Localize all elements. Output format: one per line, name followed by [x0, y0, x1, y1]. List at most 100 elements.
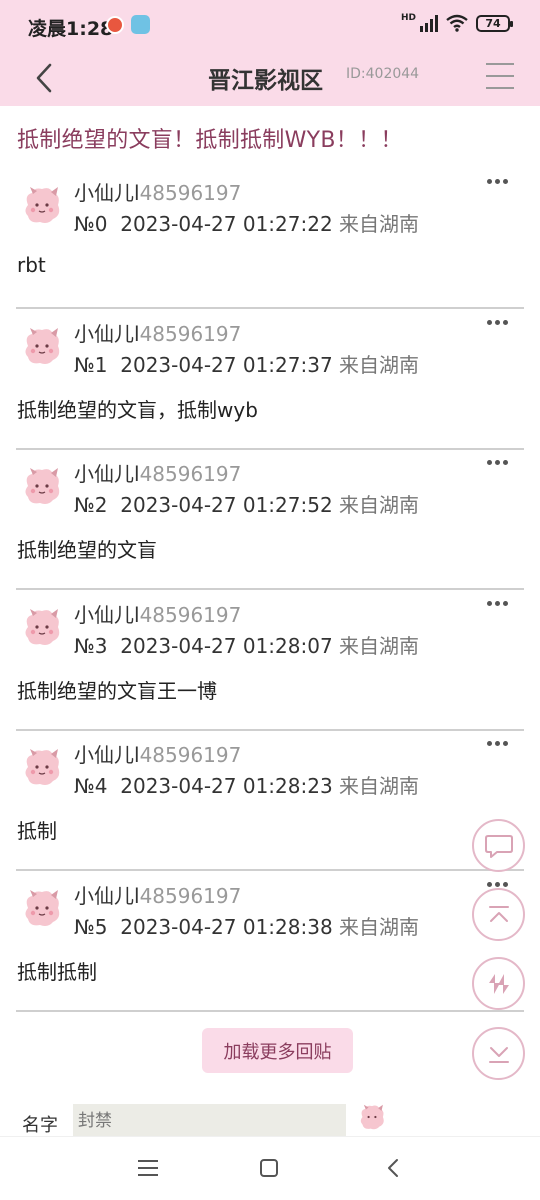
back-nav-icon[interactable] [383, 1157, 403, 1179]
name-input[interactable] [73, 1104, 346, 1138]
avatar[interactable] [20, 745, 64, 789]
author-uid: 48596197 [139, 602, 242, 627]
post-datetime: 2023-04-27 01:27:52 [120, 493, 333, 517]
post-location: 来自湖南 [339, 352, 420, 377]
load-more-button[interactable]: 加载更多回贴 [202, 1028, 353, 1073]
menu-icon-line [486, 87, 514, 89]
post-datetime: 2023-04-27 01:28:07 [120, 633, 333, 658]
more-options-icon[interactable] [487, 600, 508, 606]
menu-icon-line [486, 63, 514, 65]
battery-icon: 74 [476, 14, 513, 32]
post-location: 来自湖南 [339, 774, 420, 798]
post-content: rbt [17, 253, 46, 277]
avatar[interactable] [20, 324, 64, 368]
avatar[interactable] [357, 1102, 387, 1132]
author-uid: 48596197 [139, 181, 242, 205]
comment-button[interactable] [472, 819, 525, 872]
post-meta: №1 2023-04-27 01:27:37 来自湖南 [74, 349, 419, 378]
refresh-button[interactable] [472, 957, 525, 1010]
menu-button[interactable] [486, 63, 514, 89]
author-uid: 48596197 [139, 743, 242, 767]
system-nav-bar [0, 1136, 540, 1200]
post-meta: №4 2023-04-27 01:28:23 来自湖南 [74, 770, 419, 799]
more-options-icon[interactable] [487, 460, 508, 465]
signal-icon [420, 14, 438, 32]
home-button[interactable] [260, 1159, 278, 1177]
post-location: 来自湖南 [339, 914, 420, 939]
post-content: 抵制 [17, 819, 57, 843]
more-options-icon[interactable] [487, 741, 508, 746]
more-options-icon[interactable] [487, 881, 508, 887]
post-item: 小仙儿l48596197 №1 2023-04-27 01:27:37 来自湖南… [0, 310, 540, 450]
author-uid: 48596197 [139, 462, 242, 486]
notification-app-icon [106, 16, 124, 34]
more-options-icon[interactable] [487, 319, 508, 325]
author-name: 小仙儿l [74, 462, 140, 486]
post-author[interactable]: 小仙儿l48596197 [74, 177, 241, 206]
avatar[interactable] [20, 605, 64, 649]
author-uid: 48596197 [139, 321, 242, 346]
back-button[interactable] [30, 60, 60, 96]
scroll-bottom-icon [488, 1046, 509, 1063]
post-meta: №5 2023-04-27 01:28:38 来自湖南 [74, 911, 419, 940]
floor-number: №1 [74, 352, 108, 377]
app-header: 晋江影视区 ID:402044 [0, 50, 540, 106]
more-options-icon[interactable] [487, 179, 508, 184]
author-name: 小仙儿l [74, 743, 140, 767]
status-time: 凌晨1:28 [28, 18, 114, 40]
scroll-bottom-button[interactable] [472, 1027, 525, 1080]
post-content: 抵制抵制 [17, 959, 97, 984]
author-name: 小仙儿l [74, 321, 140, 346]
post-meta: №0 2023-04-27 01:27:22 来自湖南 [74, 208, 419, 237]
author-name: 小仙儿l [74, 181, 140, 205]
scroll-top-icon [488, 905, 509, 922]
post-item: 小仙儿l48596197 №0 2023-04-27 01:27:22 来自湖南… [0, 169, 540, 309]
post-datetime: 2023-04-27 01:28:23 [120, 774, 333, 798]
post-author[interactable]: 小仙儿l48596197 [74, 318, 241, 347]
post-meta: №2 2023-04-27 01:27:52 来自湖南 [74, 489, 419, 518]
post-location: 来自湖南 [339, 212, 420, 236]
floor-number: №2 [74, 493, 108, 517]
post-author[interactable]: 小仙儿l48596197 [74, 458, 241, 487]
board-id: ID:402044 [346, 66, 420, 82]
post-item: 小仙儿l48596197 №5 2023-04-27 01:28:38 来自湖南… [0, 872, 540, 1012]
author-name: 小仙儿l [74, 602, 140, 627]
post-item: 小仙儿l48596197 №3 2023-04-27 01:28:07 来自湖南… [0, 591, 540, 731]
floor-number: №5 [74, 914, 108, 939]
notification-app-icon-2 [131, 15, 150, 34]
chevron-left-icon [36, 63, 52, 93]
post-location: 来自湖南 [339, 493, 420, 517]
hd-icon: HD [400, 13, 416, 23]
divider [16, 1009, 524, 1012]
floor-number: №4 [74, 774, 108, 798]
post-location: 来自湖南 [339, 633, 420, 658]
wifi-icon [446, 14, 468, 32]
recent-apps-button[interactable] [138, 1160, 158, 1176]
post-author[interactable]: 小仙儿l48596197 [74, 739, 241, 768]
scroll-top-button[interactable] [472, 888, 525, 941]
author-uid: 48596197 [139, 883, 242, 908]
post-author[interactable]: 小仙儿l48596197 [74, 599, 241, 628]
menu-icon-line [486, 75, 514, 77]
battery-level: 74 [485, 16, 501, 30]
post-datetime: 2023-04-27 01:27:22 [120, 212, 333, 236]
post-datetime: 2023-04-27 01:27:37 [120, 352, 333, 377]
post-content: 抵制绝望的文盲王一博 [17, 678, 217, 703]
thread-title: 抵制绝望的文盲！抵制抵制WYB！！！ [17, 128, 403, 153]
avatar[interactable] [20, 464, 64, 508]
name-label: 名字 [22, 1115, 58, 1136]
author-name: 小仙儿l [74, 883, 140, 908]
floor-number: №0 [74, 212, 108, 236]
post-item: 小仙儿l48596197 №4 2023-04-27 01:28:23 来自湖南… [0, 731, 540, 871]
comment-icon [484, 834, 513, 858]
floor-number: №3 [74, 633, 108, 658]
post-item: 小仙儿l48596197 №2 2023-04-27 01:27:52 来自湖南… [0, 450, 540, 590]
post-content: 抵制绝望的文盲 [17, 538, 157, 562]
post-content: 抵制绝望的文盲，抵制wyb [17, 397, 258, 422]
page-title: 晋江影视区 [208, 68, 323, 94]
avatar[interactable] [20, 183, 64, 227]
post-datetime: 2023-04-27 01:28:38 [120, 914, 333, 939]
avatar[interactable] [20, 886, 64, 930]
post-author[interactable]: 小仙儿l48596197 [74, 880, 241, 909]
status-bar: 凌晨1:28 HD 74 [0, 0, 540, 50]
